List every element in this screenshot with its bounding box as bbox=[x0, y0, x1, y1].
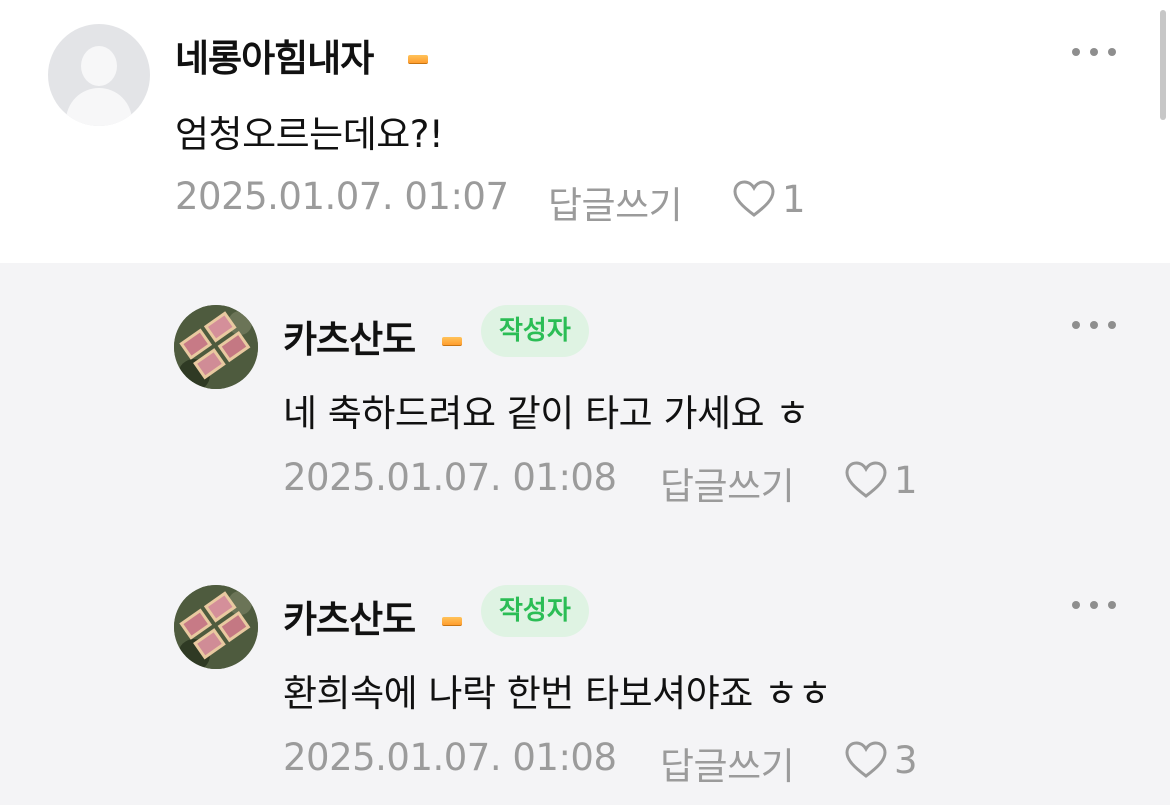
reply-write-button[interactable]: 답글쓰기 bbox=[660, 736, 795, 790]
like-button[interactable]: 1 bbox=[732, 177, 806, 221]
reply-write-button[interactable]: 답글쓰기 bbox=[548, 175, 683, 229]
reply-item: 카츠산도 작성자 네 축하드려요 같이 타고 가세요 ㅎ 2025.01.07.… bbox=[0, 263, 1170, 543]
author-badge: 작성자 bbox=[481, 305, 589, 357]
avatar-shoulders-shape bbox=[66, 88, 132, 126]
author-avatar[interactable] bbox=[174, 585, 258, 669]
level-badge-icon bbox=[442, 617, 462, 626]
reply-write-button[interactable]: 답글쓰기 bbox=[660, 456, 795, 510]
author-avatar[interactable] bbox=[174, 305, 258, 389]
like-count: 3 bbox=[894, 738, 918, 782]
reply-nickname[interactable]: 카츠산도 bbox=[283, 589, 416, 643]
more-options-icon[interactable] bbox=[1072, 595, 1116, 615]
like-count: 1 bbox=[894, 458, 918, 502]
like-count: 1 bbox=[782, 177, 806, 221]
sandwich-photo-icon bbox=[174, 305, 258, 389]
more-options-icon[interactable] bbox=[1072, 315, 1116, 335]
level-badge-icon bbox=[442, 337, 462, 346]
reply-item: 카츠산도 작성자 환희속에 나락 한번 타보셔야죠 ㅎㅎ 2025.01.07.… bbox=[0, 543, 1170, 805]
reply-date: 2025.01.07. 01:08 bbox=[283, 736, 617, 779]
avatar-head-shape bbox=[81, 46, 117, 86]
like-button[interactable]: 1 bbox=[844, 458, 918, 502]
default-avatar[interactable] bbox=[48, 24, 150, 126]
more-options-icon[interactable] bbox=[1072, 42, 1116, 62]
reply-text: 환희속에 나락 한번 타보셔야죠 ㅎㅎ bbox=[283, 672, 832, 715]
comment-text: 엄청오르는데요?! bbox=[175, 113, 444, 156]
reply-nickname[interactable]: 카츠산도 bbox=[283, 309, 416, 363]
reply-date: 2025.01.07. 01:08 bbox=[283, 456, 617, 499]
reply-list: 카츠산도 작성자 네 축하드려요 같이 타고 가세요 ㅎ 2025.01.07.… bbox=[0, 263, 1170, 805]
comment-nickname[interactable]: 네롱아힘내자 bbox=[175, 28, 374, 82]
scrollbar[interactable] bbox=[1160, 10, 1166, 120]
like-button[interactable]: 3 bbox=[844, 738, 918, 782]
author-badge: 작성자 bbox=[481, 585, 589, 637]
heart-outline-icon bbox=[845, 741, 887, 778]
heart-outline-icon bbox=[845, 461, 887, 498]
comment-item: 네롱아힘내자 엄청오르는데요?! 2025.01.07. 01:07 답글쓰기 … bbox=[0, 0, 1170, 263]
comment-date: 2025.01.07. 01:07 bbox=[175, 175, 509, 218]
level-badge-icon bbox=[408, 55, 428, 64]
sandwich-photo-icon bbox=[174, 585, 258, 669]
reply-text: 네 축하드려요 같이 타고 가세요 ㅎ bbox=[283, 392, 809, 435]
heart-outline-icon bbox=[733, 180, 775, 217]
